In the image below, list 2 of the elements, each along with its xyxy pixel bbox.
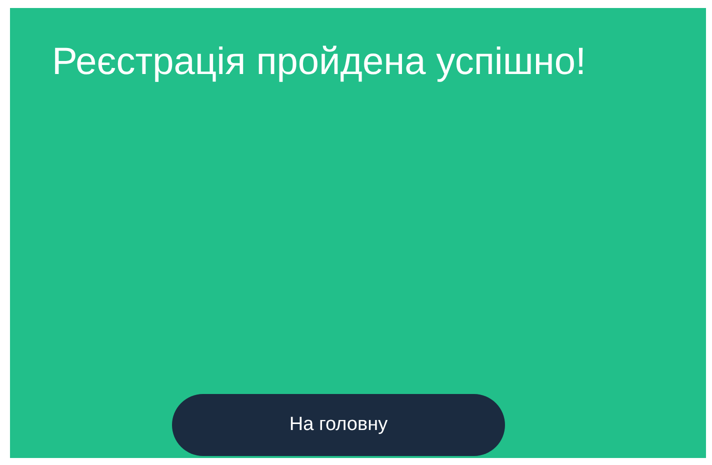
success-title: Реєстрація пройдена успішно! bbox=[52, 40, 586, 85]
home-button[interactable]: На головну bbox=[172, 394, 505, 456]
